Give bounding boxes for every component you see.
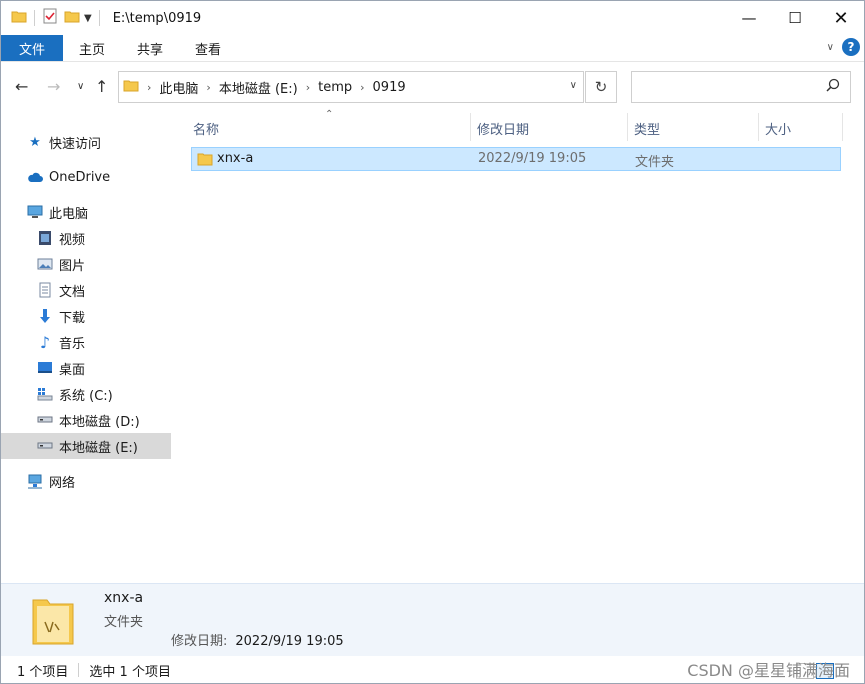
table-row[interactable]: xnx-a 2022/9/19 19:05 文件夹 — [191, 147, 841, 171]
details-modified-value: 2022/9/19 19:05 — [235, 634, 344, 649]
nav-label: OneDrive — [49, 169, 111, 185]
breadcrumb-temp[interactable]: temp — [318, 80, 352, 95]
search-input[interactable] — [631, 71, 851, 103]
download-icon — [37, 308, 53, 324]
document-icon — [37, 282, 53, 298]
file-modified: 2022/9/19 19:05 — [478, 151, 587, 166]
navigation-pane: ★ 快速访问 OneDrive 此电脑 视频 图片 文档 下载 ♪ 音乐 桌面 … — [1, 109, 173, 581]
back-button[interactable]: ← — [15, 77, 28, 96]
nav-this-pc[interactable]: 此电脑 — [1, 199, 197, 225]
folder-icon — [123, 77, 139, 97]
nav-label: 本地磁盘 (D:) — [59, 414, 140, 430]
details-name: xnx-a — [104, 590, 144, 606]
watermark: CSDN @星星铺满海面 — [687, 661, 850, 680]
file-type: 文件夹 — [635, 155, 675, 170]
nav-label: 桌面 — [59, 362, 86, 378]
system-drive-icon — [37, 386, 53, 402]
breadcrumb-drive-e[interactable]: 本地磁盘 (E:) — [219, 78, 298, 97]
address-bar[interactable]: › 此电脑 › 本地磁盘 (E:) › temp › 0919 ∨ — [118, 71, 584, 103]
folder-icon — [197, 151, 213, 170]
tab-view[interactable]: 查看 — [179, 35, 237, 61]
nav-label: 文档 — [59, 284, 86, 300]
nav-label: 此电脑 — [49, 206, 89, 222]
column-modified[interactable]: 修改日期 — [477, 119, 529, 138]
nav-label: 音乐 — [59, 336, 86, 352]
nav-quick-access[interactable]: ★ 快速访问 — [1, 129, 197, 155]
breadcrumb-arrow-icon[interactable]: › — [306, 81, 310, 94]
forward-button[interactable]: → — [47, 77, 60, 96]
tab-file[interactable]: 文件 — [1, 35, 64, 61]
drive-icon — [37, 412, 53, 428]
navigation-row: ← → ∨ ↑ › 此电脑 › 本地磁盘 (E:) › temp › 0919 … — [1, 69, 864, 105]
nav-label: 系统 (C:) — [59, 388, 113, 404]
nav-onedrive[interactable]: OneDrive — [1, 164, 197, 190]
ribbon-right: ∨ ? — [827, 38, 860, 56]
up-button[interactable]: ↑ — [95, 77, 108, 96]
pc-icon — [27, 204, 43, 220]
explorer-window: ▼ E:\temp\0919 — ☐ ✕ 文件 主页 共享 查看 ∨ ? ← →… — [0, 0, 865, 684]
music-icon: ♪ — [39, 332, 51, 352]
breadcrumb-this-pc[interactable]: 此电脑 — [159, 78, 198, 97]
column-type[interactable]: 类型 — [634, 119, 660, 138]
nav-network[interactable]: 网络 — [1, 468, 197, 494]
quick-access-toolbar: ▼ E:\temp\0919 — [1, 1, 201, 35]
folder-preview-icon — [31, 592, 75, 652]
sort-ascending-icon: ⌃ — [325, 109, 334, 120]
picture-icon — [37, 256, 53, 272]
nav-drive-e[interactable]: 本地磁盘 (E:) — [1, 433, 171, 459]
status-selected-count: 选中 1 个项目 — [89, 664, 171, 680]
nav-label: 网络 — [49, 475, 76, 491]
search-icon — [826, 78, 840, 96]
desktop-icon — [37, 360, 53, 376]
customize-toolbar-dropdown-icon[interactable]: ▼ — [84, 13, 92, 24]
status-item-count: 1 个项目 — [17, 664, 69, 680]
refresh-icon: ↻ — [594, 78, 608, 96]
title-bar: ▼ E:\temp\0919 — ☐ ✕ — [1, 1, 864, 35]
refresh-button[interactable]: ↻ — [585, 71, 617, 103]
tab-share[interactable]: 共享 — [121, 35, 179, 61]
file-list: ⌃ 名称 修改日期 类型 大小 xnx-a 2022/9/19 19:05 文件… — [175, 109, 864, 581]
breadcrumb-arrow-icon[interactable]: › — [360, 81, 364, 94]
breadcrumb-arrow-icon[interactable]: › — [206, 81, 210, 94]
expand-ribbon-icon[interactable]: ∨ — [827, 42, 834, 53]
column-header: ⌃ 名称 修改日期 类型 大小 — [175, 109, 864, 143]
details-type: 文件夹 — [104, 615, 144, 630]
network-icon — [27, 473, 43, 489]
maximize-button[interactable]: ☐ — [772, 1, 818, 35]
recent-locations-dropdown-icon[interactable]: ∨ — [77, 81, 84, 92]
breadcrumb-arrow-icon[interactable]: › — [147, 81, 151, 94]
close-button[interactable]: ✕ — [818, 1, 864, 35]
window-title: E:\temp\0919 — [112, 10, 202, 26]
nav-label: 下载 — [59, 310, 86, 326]
ribbon-tabs: 文件 主页 共享 查看 ∨ ? — [1, 35, 864, 62]
file-name: xnx-a — [217, 151, 254, 166]
drive-icon — [37, 438, 53, 454]
details-modified: 修改日期: 2022/9/19 19:05 — [171, 630, 344, 649]
cloud-icon — [27, 169, 43, 185]
column-size[interactable]: 大小 — [765, 119, 791, 138]
details-modified-label: 修改日期: — [171, 634, 228, 649]
properties-icon[interactable] — [42, 8, 58, 28]
help-icon[interactable]: ? — [842, 38, 860, 56]
tab-home[interactable]: 主页 — [63, 35, 121, 61]
nav-label: 视频 — [59, 232, 86, 248]
new-folder-icon[interactable] — [64, 8, 80, 28]
video-icon — [37, 230, 53, 246]
nav-label: 快速访问 — [49, 136, 102, 152]
nav-label: 图片 — [59, 258, 86, 274]
column-name[interactable]: 名称 — [193, 119, 219, 138]
nav-label: 本地磁盘 (E:) — [59, 440, 138, 456]
breadcrumb-0919[interactable]: 0919 — [373, 80, 406, 95]
folder-icon — [11, 8, 27, 28]
window-controls: — ☐ ✕ — [726, 1, 864, 35]
star-icon: ★ — [29, 134, 41, 150]
minimize-button[interactable]: — — [726, 1, 772, 35]
address-dropdown-icon[interactable]: ∨ — [570, 80, 577, 91]
details-pane: xnx-a 文件夹 修改日期: 2022/9/19 19:05 — [1, 583, 864, 656]
